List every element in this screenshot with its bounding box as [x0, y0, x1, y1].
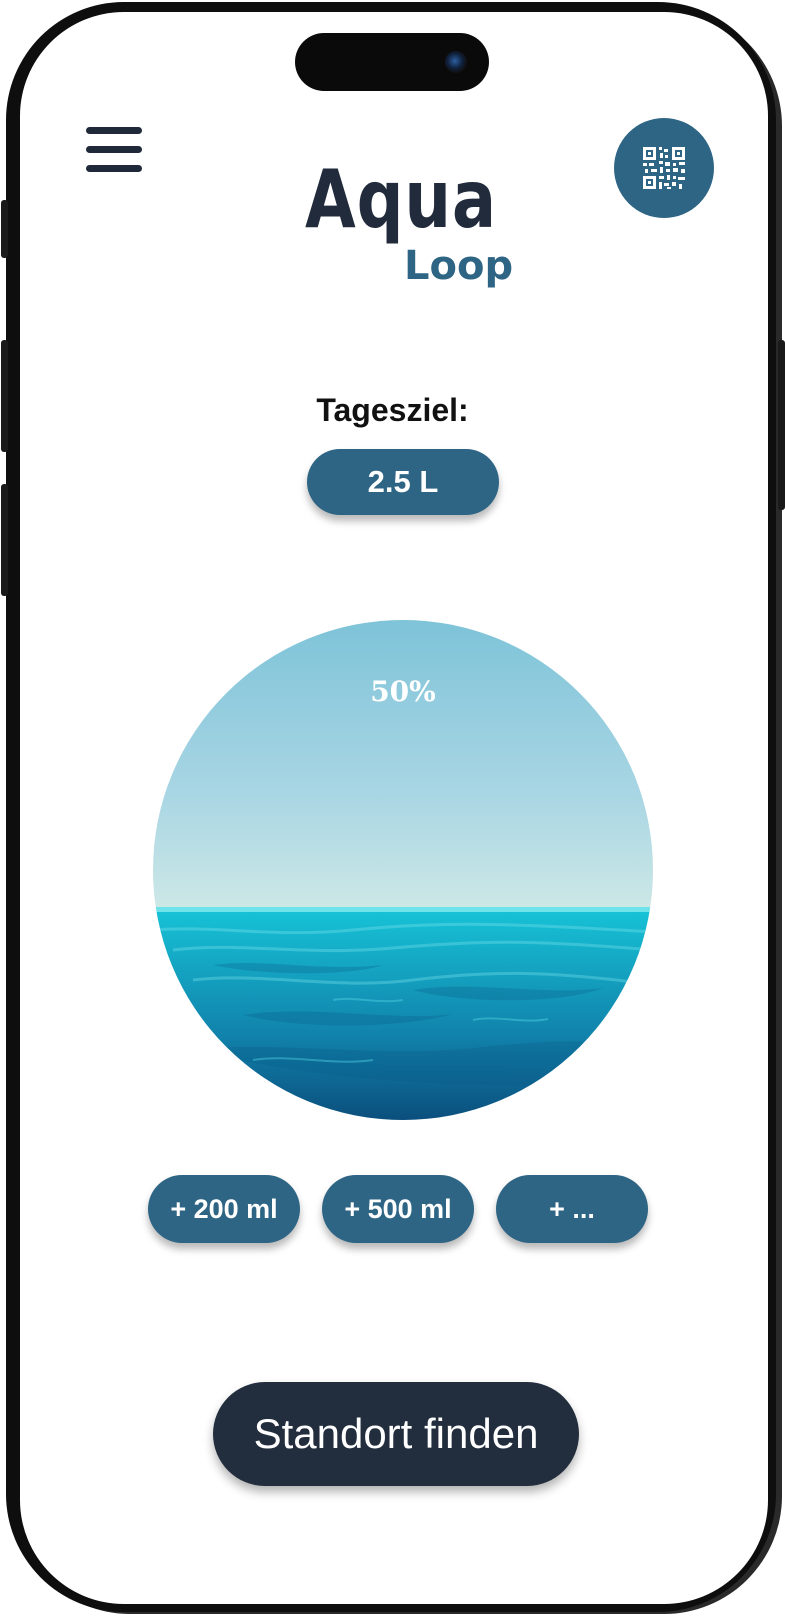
qr-code-icon	[643, 147, 685, 189]
daily-goal-value-button[interactable]: 2.5 L	[307, 449, 499, 515]
camera-icon	[445, 51, 467, 73]
menu-line	[86, 146, 142, 153]
add-500ml-button[interactable]: + 500 ml	[322, 1175, 474, 1243]
add-custom-button[interactable]: + ...	[496, 1175, 648, 1243]
add-200ml-button[interactable]: + 200 ml	[148, 1175, 300, 1243]
water-progress-circle: 50%	[153, 620, 653, 1120]
horizon-line	[153, 907, 653, 912]
menu-button[interactable]	[86, 127, 142, 173]
hamburger-menu-icon	[86, 127, 142, 134]
find-location-button[interactable]: Standort finden	[213, 1382, 579, 1486]
daily-goal-label: Tagesziel:	[316, 392, 469, 428]
qr-scan-button[interactable]	[614, 118, 714, 218]
dynamic-island	[295, 33, 489, 91]
water-fill	[153, 910, 653, 1120]
logo-primary: Aqua	[305, 153, 497, 246]
menu-line	[86, 165, 142, 172]
action-button	[1, 200, 8, 258]
progress-percent-label: 50%	[370, 675, 436, 708]
logo-secondary: Loop	[404, 243, 514, 289]
volume-down-button	[1, 484, 8, 596]
